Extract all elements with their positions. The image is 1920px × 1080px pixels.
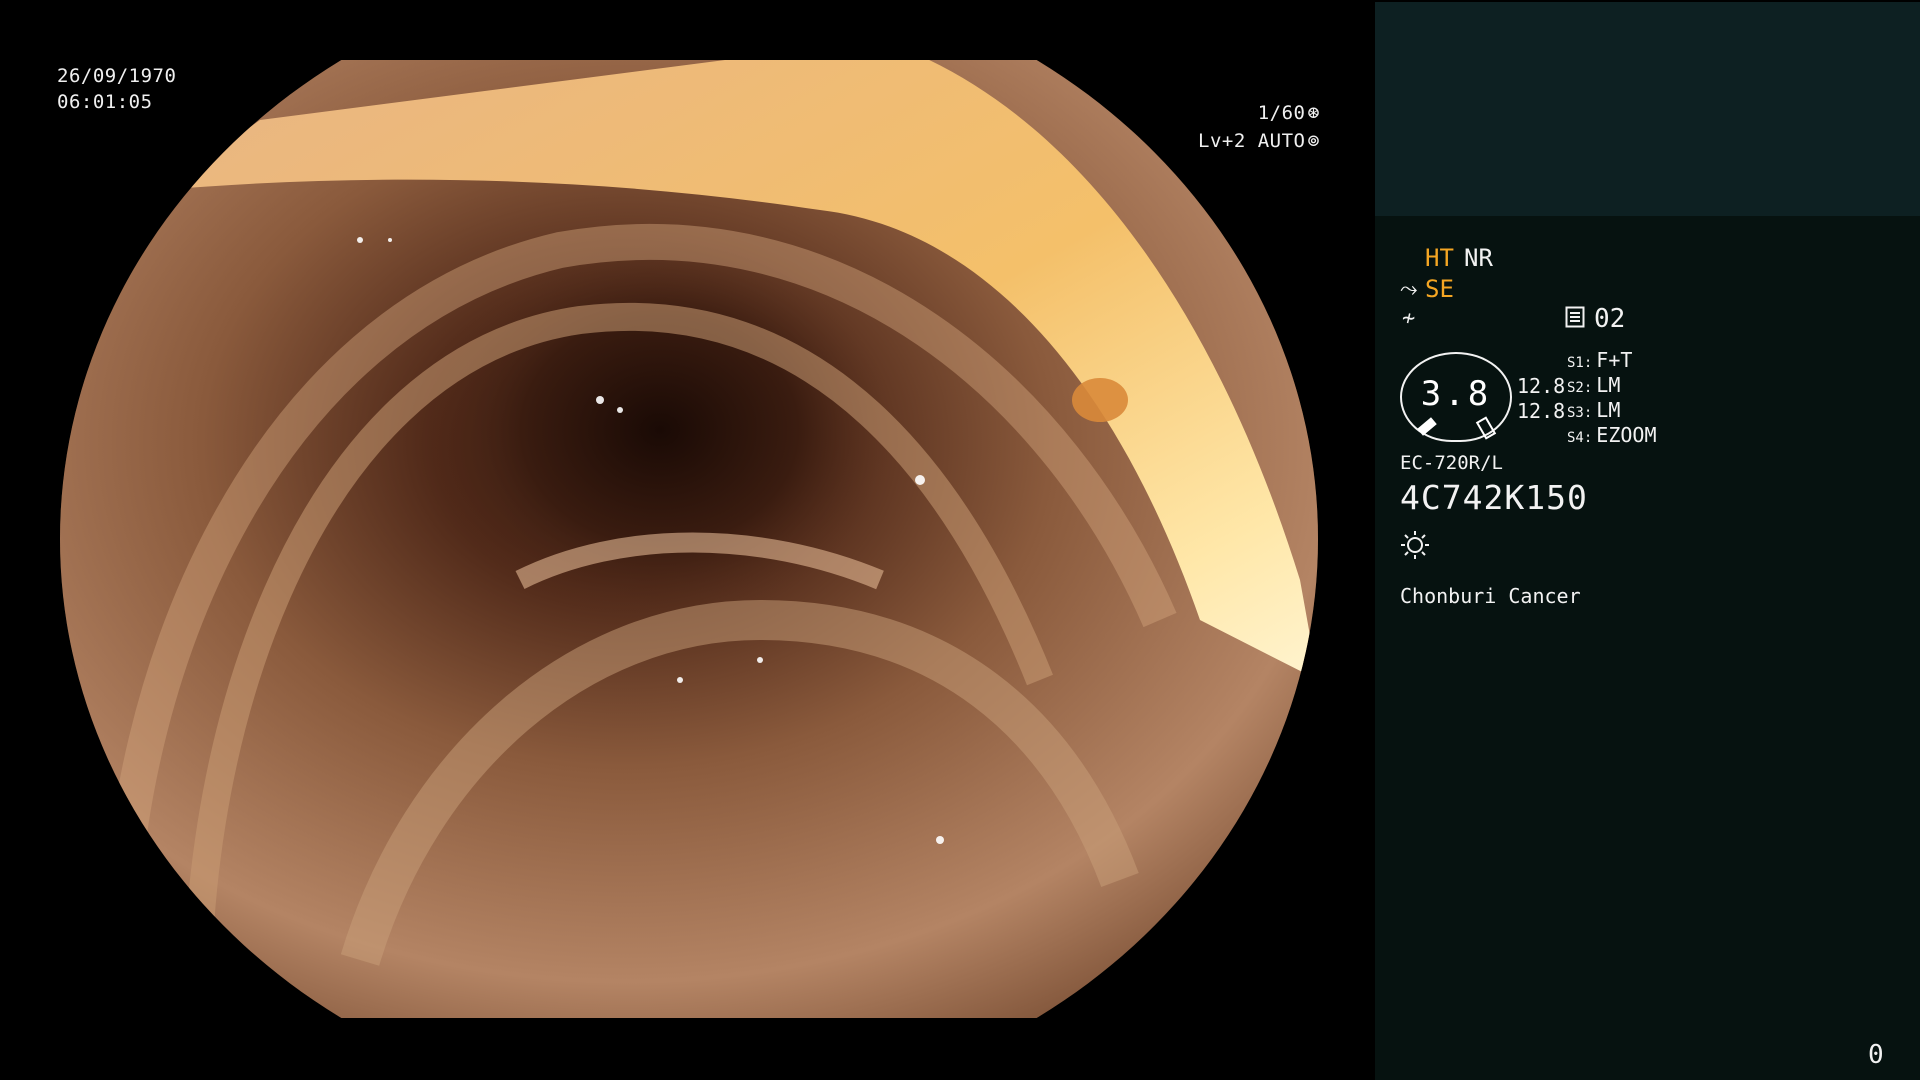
patient-info-area: [1375, 2, 1920, 216]
switch-key: S1:: [1567, 355, 1593, 371]
switch-key: S4:: [1567, 430, 1593, 446]
image-counter: 0: [1868, 1040, 1884, 1070]
scope-model: EC-720R/L: [1400, 452, 1503, 474]
ht-indicator: HT: [1425, 244, 1454, 272]
nr-indicator: NR: [1464, 244, 1493, 272]
switch-key: S2:: [1567, 380, 1593, 396]
switch-value: F+T: [1596, 348, 1633, 372]
shutter-speed: 1/60 ⊛: [1258, 99, 1320, 126]
colon-lumen-image: [60, 60, 1318, 1018]
switch-value: EZOOM: [1596, 423, 1657, 447]
exam-date: 26/09/1970: [57, 65, 177, 87]
brightness-level: Lv+2 AUTO ⊚: [1198, 127, 1320, 154]
switch-4: S4: EZOOM: [1567, 423, 1657, 451]
memory-chip-icon: [1565, 306, 1585, 328]
level-value: Lv+2 AUTO: [1198, 130, 1306, 152]
switch-value: LM: [1596, 373, 1621, 397]
aperture-icon: ⊛: [1307, 100, 1320, 124]
structure-enhance-icon: ⤳: [1400, 277, 1418, 302]
endoscopic-image: [60, 60, 1318, 1018]
iris-icon: ⊚: [1307, 128, 1320, 152]
switch-3: S3: LM: [1567, 398, 1620, 426]
se-indicator: SE: [1425, 275, 1454, 303]
dial-side-value-2: 12.8: [1517, 399, 1566, 423]
enhance-icon: ≁: [1402, 306, 1416, 331]
switch-2: S2: LM: [1567, 373, 1620, 401]
status-panel: [1375, 216, 1920, 1080]
switch-value: LM: [1596, 398, 1621, 422]
dial-side-value-1: 12.8: [1517, 374, 1566, 398]
zoom-dial: 3.8: [1400, 352, 1512, 442]
dial-left-marker: [1417, 417, 1437, 436]
dial-value: 3.8: [1420, 374, 1492, 414]
endoscopy-monitor: 26/09/1970 06:01:05 1/60 ⊛ Lv+2 AUTO ⊚ HT …: [0, 0, 1920, 1080]
memory-channel: 02: [1594, 304, 1626, 334]
hospital-name: Chonburi Cancer: [1400, 584, 1581, 608]
shutter-value: 1/60: [1257, 102, 1306, 124]
light-source-icon: [1401, 531, 1429, 559]
scope-serial: 4C742K150: [1400, 478, 1588, 517]
switch-1: S1: F+T: [1567, 348, 1632, 376]
exam-time: 06:01:05: [57, 91, 153, 113]
switch-key: S3:: [1567, 405, 1593, 421]
